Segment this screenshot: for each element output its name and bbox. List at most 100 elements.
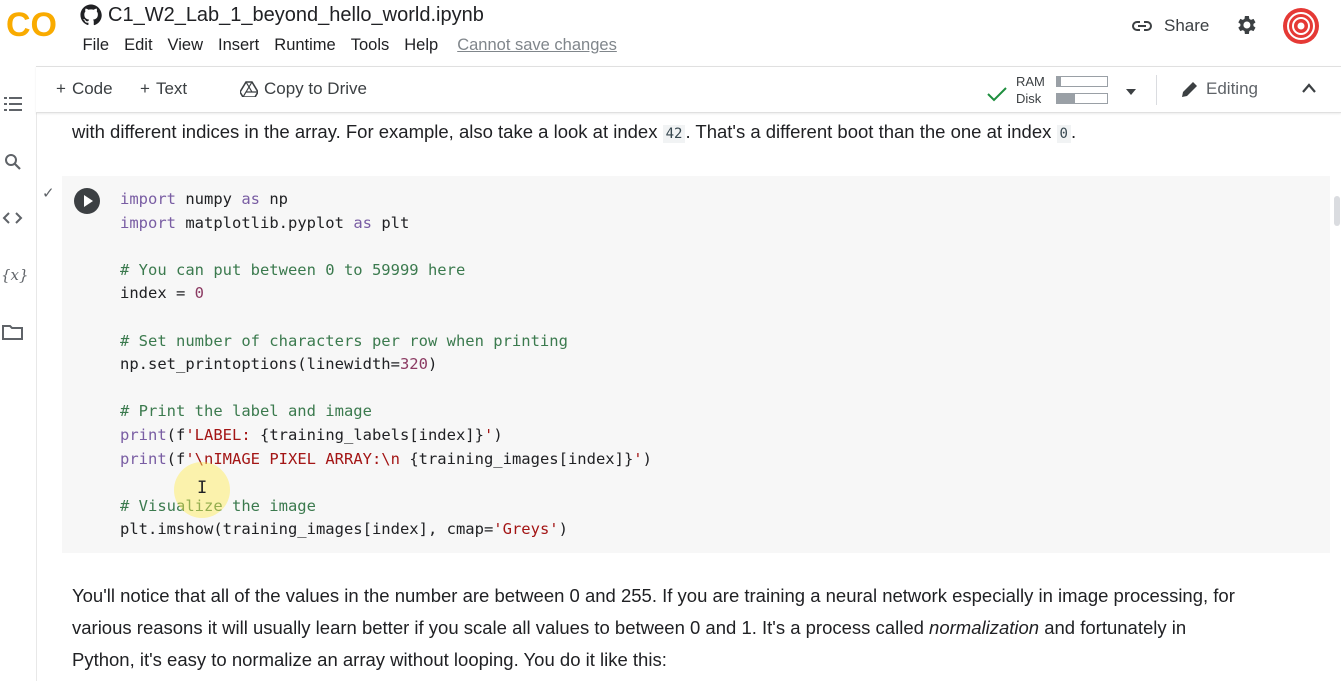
toolbar-divider (1156, 75, 1157, 105)
markdown-cell-below: You'll notice that all of the values in … (72, 580, 1332, 676)
ram-label: RAM (1016, 74, 1045, 89)
run-cell-button[interactable] (74, 188, 100, 214)
emphasis-normalization: normalization (929, 617, 1040, 638)
code-token: ) (427, 355, 438, 374)
paragraph-line: Python, it's easy to normalize an array … (72, 649, 667, 670)
copy-to-drive-button[interactable]: Copy to Drive (240, 79, 367, 99)
code-token: 320 (399, 355, 428, 374)
gear-icon[interactable] (1234, 13, 1258, 37)
files-icon[interactable] (0, 322, 36, 342)
editing-mode-button[interactable]: Editing (1180, 79, 1258, 99)
left-sidebar: {x} (0, 66, 37, 681)
inline-code-0: 0 (1056, 125, 1071, 143)
text-fragment: and fortunately in (1039, 617, 1187, 638)
code-token: '\nIMAGE PIXEL ARRAY:\n (185, 449, 410, 468)
notebook-title[interactable]: C1_W2_Lab_1_beyond_hello_world.ipynb (108, 4, 484, 27)
pencil-icon (1182, 82, 1197, 97)
code-token: ) (642, 449, 652, 468)
notebook-toolbar: + Code + Text Copy to Drive RAM Disk Edi… (36, 66, 1341, 113)
code-token: 'Greys' (493, 520, 559, 539)
svg-text:{x}: {x} (1, 266, 29, 284)
ram-bar (1056, 76, 1108, 87)
check-icon (987, 87, 1007, 102)
plus-icon: + (56, 79, 66, 98)
dropdown-arrow-icon[interactable] (1124, 87, 1138, 97)
code-token: ' (483, 425, 494, 444)
code-token: print (120, 425, 167, 444)
editing-label: Editing (1206, 79, 1258, 98)
share-button[interactable]: Share (1130, 14, 1209, 38)
code-token: numpy (176, 190, 242, 208)
search-icon[interactable] (0, 152, 36, 172)
disk-label: Disk (1016, 91, 1042, 106)
menu-edit[interactable]: Edit (117, 36, 160, 55)
code-line: np.set_printoptions(linewidth=320) (120, 353, 652, 377)
code-token: import (120, 213, 176, 232)
menu-file[interactable]: File (75, 36, 117, 55)
paragraph-line: various reasons it will usually learn be… (72, 612, 1332, 644)
code-line: # You can put between 0 to 59999 here (120, 259, 652, 283)
menu-bar: File Edit View Insert Runtime Tools Help… (75, 36, 624, 55)
cannot-save-link[interactable]: Cannot save changes (450, 36, 625, 55)
code-line: import numpy as np (120, 188, 652, 212)
code-token: 'LABEL: (185, 425, 260, 444)
code-token: print (120, 449, 167, 468)
text-fragment: various reasons it will usually learn be… (72, 617, 930, 638)
code-token: plt.imshow(training_images[index], cmap= (120, 520, 494, 539)
code-token: {training_labels[index]} (260, 425, 484, 444)
play-icon (84, 195, 93, 207)
colab-logo[interactable]: CO (6, 6, 62, 42)
code-token: index = (120, 284, 195, 303)
scrollbar-thumb[interactable] (1334, 196, 1340, 226)
svg-text:CO: CO (6, 6, 57, 42)
github-icon (80, 4, 102, 26)
add-text-button[interactable]: + Text (140, 79, 187, 99)
header: CO C1_W2_Lab_1_beyond_hello_world.ipynb … (0, 0, 1341, 66)
code-line: # Print the label and image (120, 400, 652, 424)
menu-help[interactable]: Help (397, 36, 446, 55)
code-token: # Print the label and image (120, 402, 372, 421)
add-code-label: Code (71, 79, 113, 98)
collapse-chevron-icon[interactable] (1300, 81, 1318, 95)
code-token: # You can put between 0 to 59999 here (120, 260, 466, 279)
code-token: ) (558, 520, 568, 539)
menu-insert[interactable]: Insert (211, 36, 267, 55)
variables-icon[interactable]: {x} (0, 264, 36, 286)
code-line: index = 0 (120, 282, 652, 306)
plus-icon: + (140, 79, 150, 98)
code-token: plt (371, 213, 410, 232)
add-text-label: Text (155, 79, 188, 98)
copy-to-drive-label: Copy to Drive (264, 79, 367, 98)
paragraph-line: You'll notice that all of the values in … (72, 585, 1235, 606)
code-snippets-icon[interactable] (0, 208, 36, 228)
menu-view[interactable]: View (160, 36, 210, 55)
code-token: np.set_printoptions(linewidth= (120, 355, 400, 374)
text-fragment: with different indices in the array. For… (72, 121, 663, 142)
disk-bar (1056, 93, 1108, 104)
menu-tools[interactable]: Tools (343, 36, 397, 55)
toc-icon[interactable] (0, 94, 36, 114)
avatar[interactable] (1282, 7, 1320, 45)
add-code-button[interactable]: + Code (56, 79, 113, 99)
code-line: print(f'LABEL: {training_labels[index]}'… (120, 424, 652, 448)
code-token: np (260, 190, 288, 208)
code-token: ) (493, 425, 503, 444)
markdown-cell-above: with different indices in the array. For… (72, 116, 1076, 150)
text-fragment: . That's a different boot than the one a… (685, 121, 1057, 142)
code-line: # Set number of characters per row when … (120, 330, 652, 354)
code-token: as (241, 190, 260, 208)
text-cursor-icon: I (197, 478, 208, 498)
inline-code-42: 42 (662, 125, 686, 143)
title-row: C1_W2_Lab_1_beyond_hello_world.ipynb (80, 2, 484, 28)
code-token: # Set number of characters per row when … (120, 331, 568, 350)
code-token: matplotlib.pyplot (176, 213, 354, 232)
code-token: (f (166, 449, 186, 468)
code-token: ' (633, 449, 643, 468)
code-token: (f (166, 425, 186, 444)
menu-runtime[interactable]: Runtime (267, 36, 343, 55)
share-label: Share (1164, 16, 1210, 35)
code-line: plt.imshow(training_images[index], cmap=… (120, 518, 652, 542)
